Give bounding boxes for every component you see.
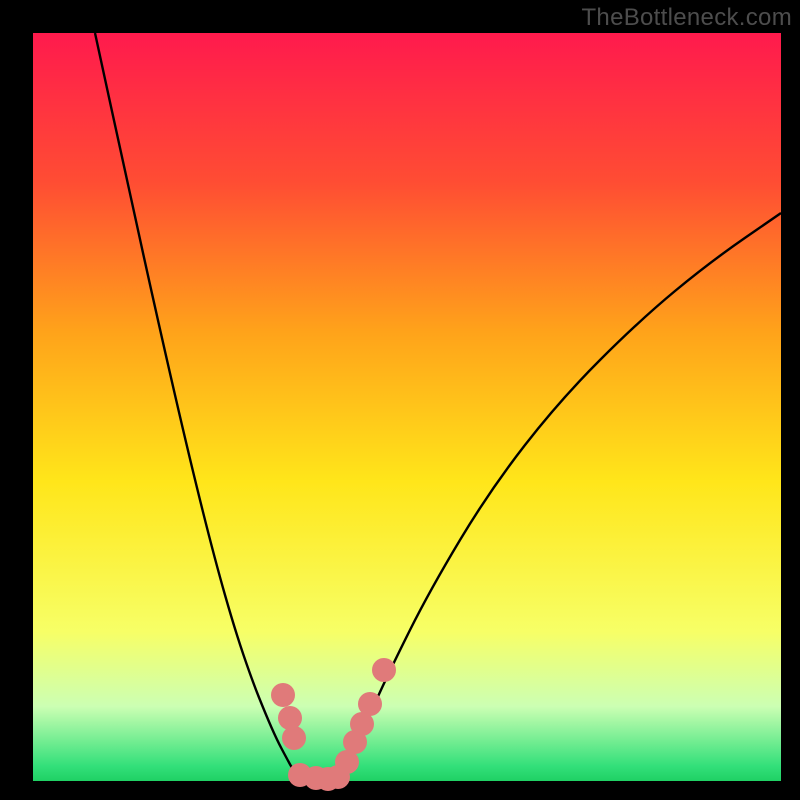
data-marker bbox=[358, 692, 382, 716]
data-marker bbox=[282, 726, 306, 750]
chart-frame: TheBottleneck.com bbox=[0, 0, 800, 800]
watermark-text: TheBottleneck.com bbox=[581, 4, 792, 32]
plot-background bbox=[33, 33, 781, 781]
bottleneck-chart bbox=[0, 0, 800, 800]
data-marker bbox=[271, 683, 295, 707]
data-marker bbox=[278, 706, 302, 730]
data-marker bbox=[372, 658, 396, 682]
